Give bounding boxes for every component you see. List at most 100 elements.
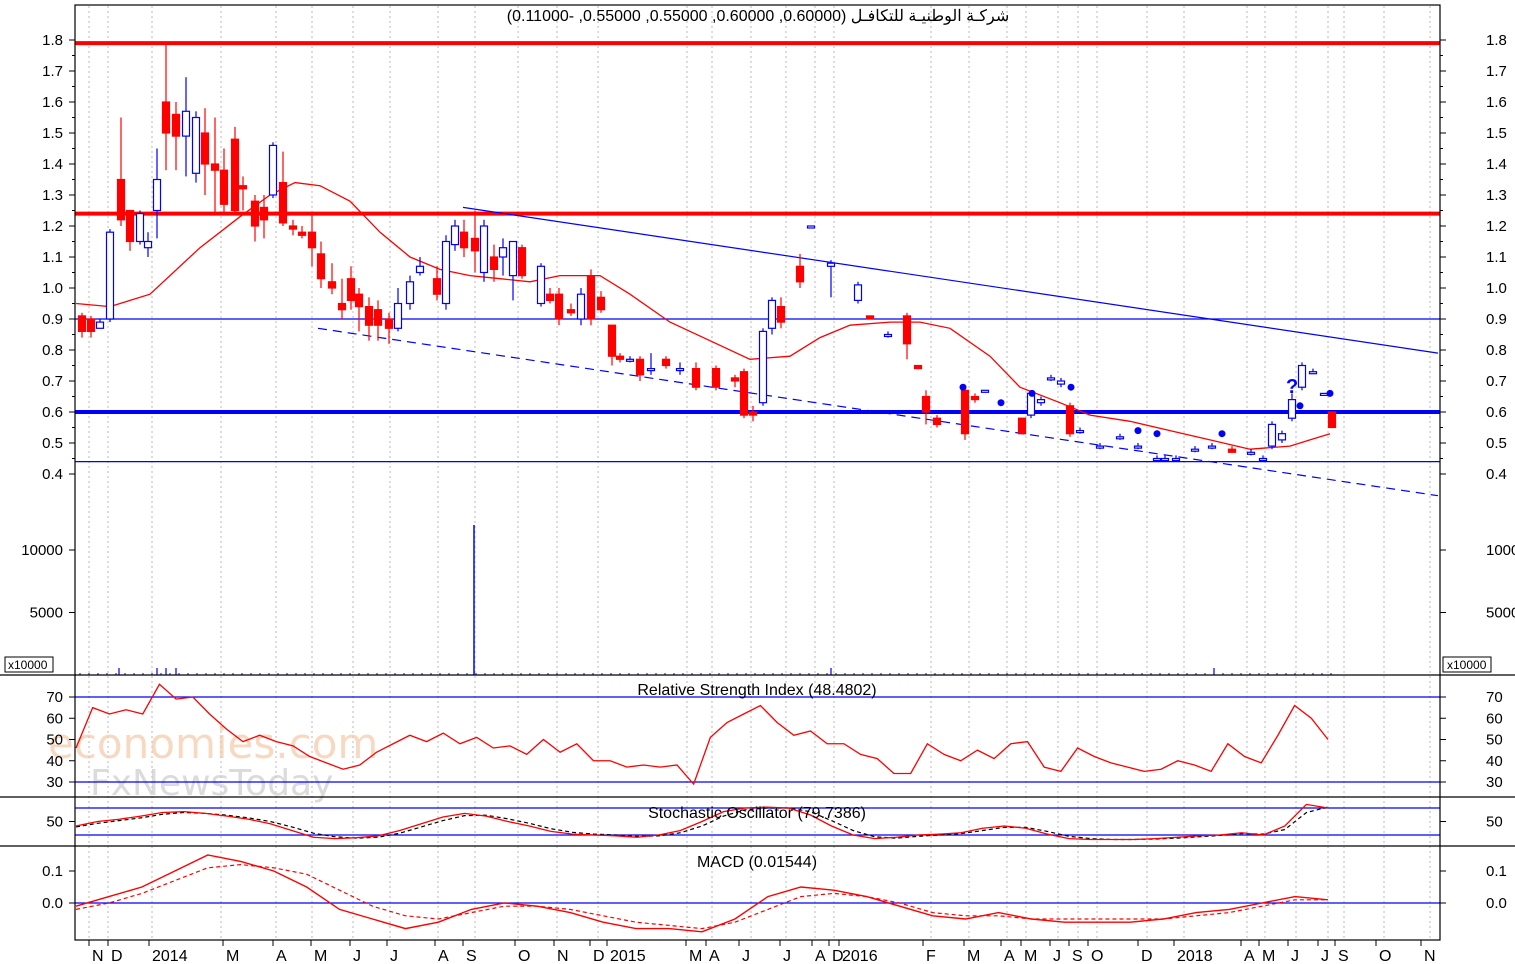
candle-body: [354, 293, 364, 308]
macd-label-right-1: 0.1: [1486, 863, 1507, 880]
macd-title: MACD (0.01544): [697, 854, 817, 871]
candle-body: [795, 265, 805, 283]
candle-body: [883, 333, 893, 338]
price-label-left-1: 0.5: [42, 435, 63, 452]
volume-label-left-1: 10000: [21, 542, 63, 559]
candle-99: [1267, 421, 1277, 450]
rsi-label-left-4: 70: [46, 689, 63, 706]
candle-body: [576, 293, 586, 320]
candle-body: [200, 132, 210, 165]
candle-37: [441, 235, 451, 310]
x-label-20: 2016: [842, 948, 878, 964]
candle-body: [1258, 457, 1268, 462]
candle-body: [307, 231, 317, 249]
x-label-24: M: [1024, 948, 1037, 964]
candle-3: [105, 229, 115, 323]
x-label-6: J: [353, 948, 361, 964]
candle-body: [607, 324, 617, 357]
watermark-economies: economies.com: [48, 719, 378, 768]
candle-body: [450, 225, 460, 246]
candle-body: [1152, 457, 1162, 462]
candle-body: [95, 321, 105, 329]
price-label-right-0: 0.4: [1486, 466, 1507, 483]
candle-body: [125, 209, 135, 243]
candle-body: [1160, 457, 1170, 462]
candle-80: [980, 389, 990, 393]
candle-body: [373, 309, 383, 326]
candle-body: [405, 281, 415, 305]
price-label-right-5: 0.9: [1486, 311, 1507, 328]
candle-body: [297, 231, 307, 236]
x-label-4: A: [276, 948, 287, 964]
x-label-22: M: [967, 948, 980, 964]
candle-body: [1207, 445, 1217, 449]
candle-72: [865, 315, 875, 320]
candle-65: [758, 328, 768, 406]
stock-chart: economies.comFxNewsToday ? x10000 x10000 …: [0, 0, 1515, 964]
rsi-label-right-4: 70: [1486, 689, 1503, 706]
x-label-13: 2015: [610, 948, 646, 964]
candle-51: [586, 269, 596, 326]
candle-body: [711, 368, 721, 388]
candle-body: [1036, 399, 1046, 404]
marker-dot-1: [997, 399, 1005, 407]
candle-body: [970, 395, 980, 401]
volume-unit-left: x10000: [8, 658, 48, 672]
candle-body: [384, 318, 394, 329]
marker-dot-5: [1153, 430, 1161, 438]
candle-body: [1095, 445, 1105, 449]
x-label-15: A: [709, 948, 720, 964]
volume-label-right-0: 5000: [1486, 605, 1515, 622]
candle-body: [250, 200, 260, 227]
candle-body: [1319, 392, 1329, 396]
macd-label-left-0: 0.0: [42, 895, 63, 912]
candle-body: [635, 358, 645, 376]
candle-body: [1227, 448, 1237, 453]
candle-body: [1075, 430, 1085, 434]
macd-label-right-0: 0.0: [1486, 895, 1507, 912]
x-label-33: J: [1321, 948, 1329, 964]
candle-body: [921, 395, 931, 413]
price-label-left-4: 0.8: [42, 342, 63, 359]
candle-body: [1171, 457, 1181, 462]
candle-body: [615, 355, 625, 360]
x-label-29: 2018: [1177, 948, 1213, 964]
candle-body: [316, 253, 326, 280]
x-label-25: J: [1053, 948, 1061, 964]
volume-label-left-0: 5000: [30, 605, 63, 622]
macd-label-left-1: 0.1: [42, 863, 63, 880]
candle-body: [171, 113, 181, 137]
candle-body: [441, 240, 451, 305]
price-label-right-10: 1.4: [1486, 156, 1507, 173]
rsi-title: Relative Strength Index (48.4802): [637, 682, 876, 699]
x-label-18: A: [815, 948, 826, 964]
candle-body: [675, 368, 685, 372]
rsi-label-right-3: 60: [1486, 710, 1503, 727]
x-label-23: A: [1004, 948, 1015, 964]
watermark: economies.comFxNewsToday: [48, 719, 378, 804]
price-label-left-8: 1.2: [42, 218, 63, 235]
candle-body: [853, 284, 863, 301]
candle-body: [364, 306, 374, 326]
candle-body: [393, 302, 403, 329]
price-label-left-7: 1.1: [42, 249, 63, 266]
x-label-30: A: [1244, 948, 1255, 964]
candle-12: [191, 111, 201, 183]
x-label-16: J: [742, 948, 750, 964]
candle-body: [980, 389, 990, 393]
candle-body: [508, 240, 518, 277]
price-label-right-8: 1.2: [1486, 218, 1507, 235]
marker-dot-6: [1218, 430, 1226, 438]
candle-body: [210, 163, 220, 171]
candle-20: [268, 142, 278, 199]
candle-75: [913, 364, 923, 370]
candle-body: [1190, 448, 1200, 452]
price-label-left-0: 0.4: [42, 466, 63, 483]
candle-body: [554, 293, 564, 320]
rsi-label-left-0: 30: [46, 774, 63, 791]
candle-body: [346, 278, 356, 302]
x-label-1: D: [111, 948, 123, 964]
candle-body: [489, 256, 499, 270]
watermark-fxnewstoday: FxNewsToday: [90, 763, 333, 804]
candle-63: [739, 368, 749, 419]
